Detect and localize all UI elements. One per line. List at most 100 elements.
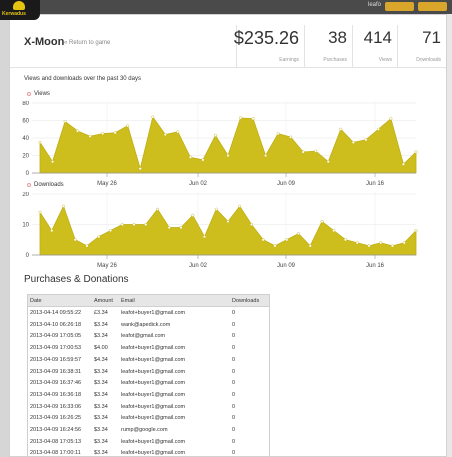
return-to-game-link[interactable]: « Return to game <box>64 40 110 46</box>
data-point[interactable] <box>38 210 42 214</box>
data-point[interactable] <box>264 154 268 158</box>
data-point[interactable] <box>188 155 192 159</box>
data-point[interactable] <box>301 150 305 154</box>
data-point[interactable] <box>391 244 395 248</box>
row-email[interactable]: leafot+buyer1@gmail.com <box>121 450 185 456</box>
data-point[interactable] <box>249 223 253 227</box>
x-tick-label: Jun 02 <box>189 263 208 269</box>
row-email[interactable]: leafot+buyer1@gmail.com <box>121 404 185 410</box>
data-point[interactable] <box>339 127 343 131</box>
data-point[interactable] <box>138 167 142 171</box>
username[interactable]: leafo <box>368 2 381 8</box>
row-amount: $3.34 <box>94 333 108 340</box>
data-point[interactable] <box>50 229 54 233</box>
data-point[interactable] <box>191 213 195 217</box>
data-point[interactable] <box>344 238 348 242</box>
row-downloads: 0 <box>232 368 236 375</box>
row-date: 2013-04-09 16:36:18 <box>30 391 82 398</box>
table-row: 2013-04-09 17:05:05 $3.34 leafot@gmail.com… <box>28 331 269 342</box>
data-point[interactable] <box>97 235 101 239</box>
earnings-label: Earnings <box>279 57 299 63</box>
logout-button[interactable] <box>418 2 447 11</box>
data-point[interactable] <box>376 127 380 131</box>
data-point[interactable] <box>389 117 393 121</box>
data-point[interactable] <box>179 226 183 230</box>
row-email[interactable]: leafot+buyer1@gmail.com <box>121 357 185 363</box>
data-point[interactable] <box>144 223 148 227</box>
data-point[interactable] <box>226 154 230 158</box>
data-point[interactable] <box>414 150 418 154</box>
row-email[interactable]: wank@apedick.com <box>121 322 170 328</box>
row-downloads: 0 <box>232 403 236 410</box>
data-point[interactable] <box>238 204 242 208</box>
data-point[interactable] <box>126 124 130 128</box>
row-email[interactable]: leafot+buyer1@gmail.com <box>121 345 185 351</box>
data-point[interactable] <box>332 229 336 233</box>
data-point[interactable] <box>326 160 330 164</box>
data-point[interactable] <box>285 238 289 242</box>
row-email[interactable]: leafot+buyer1@gmail.com <box>121 392 185 398</box>
main-panel: X-Moon « Return to game $235.26 Earnings… <box>9 14 447 457</box>
data-point[interactable] <box>76 129 80 133</box>
row-email[interactable]: rump@google.com <box>121 427 168 433</box>
site-logo[interactable]: Kerwadus <box>0 0 40 20</box>
data-point[interactable] <box>414 229 418 233</box>
data-point[interactable] <box>167 226 171 230</box>
data-point[interactable] <box>132 223 136 227</box>
data-point[interactable] <box>320 219 324 223</box>
row-email[interactable]: leafot+buyer1@gmail.com <box>121 380 185 386</box>
row-email[interactable]: leafot@gmail.com <box>121 333 165 339</box>
data-point[interactable] <box>51 160 55 164</box>
data-point[interactable] <box>201 158 205 162</box>
data-point[interactable] <box>401 162 405 166</box>
data-point[interactable] <box>85 244 89 248</box>
row-downloads: 0 <box>232 438 236 445</box>
row-date: 2013-04-09 16:33:06 <box>30 403 82 410</box>
data-point[interactable] <box>289 135 293 139</box>
data-point[interactable] <box>379 241 383 245</box>
row-email[interactable]: leafot+buyer1@gmail.com <box>121 369 185 375</box>
data-point[interactable] <box>276 132 280 136</box>
data-point[interactable] <box>308 244 312 248</box>
row-email[interactable]: leafot+buyer1@gmail.com <box>121 439 185 445</box>
data-point[interactable] <box>214 207 218 211</box>
data-point[interactable] <box>202 235 206 239</box>
column-header-downloads[interactable]: Downloads <box>232 298 259 304</box>
data-point[interactable] <box>314 149 318 153</box>
data-point[interactable] <box>73 238 77 242</box>
data-point[interactable] <box>226 219 230 223</box>
data-point[interactable] <box>364 138 368 142</box>
data-point[interactable] <box>297 232 301 236</box>
data-point[interactable] <box>38 140 42 144</box>
row-amount: $3.34 <box>94 450 108 457</box>
series-area <box>39 205 417 256</box>
data-point[interactable] <box>402 241 406 245</box>
data-point[interactable] <box>108 229 112 233</box>
purchases-heading: Purchases & Donations <box>24 274 129 285</box>
data-point[interactable] <box>63 119 67 123</box>
data-point[interactable] <box>367 244 371 248</box>
column-header-email[interactable]: Email <box>121 298 135 304</box>
data-point[interactable] <box>351 140 355 144</box>
data-point[interactable] <box>120 223 124 227</box>
data-point[interactable] <box>251 117 255 121</box>
data-point[interactable] <box>176 130 180 134</box>
data-point[interactable] <box>155 207 159 211</box>
data-point[interactable] <box>163 133 167 137</box>
game-header: X-Moon « Return to game $235.26 Earnings… <box>10 15 446 68</box>
data-point[interactable] <box>113 131 117 135</box>
data-point[interactable] <box>62 204 66 208</box>
dashboard-button[interactable] <box>385 2 414 11</box>
data-point[interactable] <box>213 133 217 137</box>
data-point[interactable] <box>88 134 92 138</box>
data-point[interactable] <box>355 241 359 245</box>
data-point[interactable] <box>151 115 155 119</box>
column-header-amount[interactable]: Amount <box>94 298 113 304</box>
column-header-date[interactable]: Date <box>30 298 42 304</box>
data-point[interactable] <box>273 244 277 248</box>
data-point[interactable] <box>239 116 243 120</box>
row-email[interactable]: leafot+buyer1@gmail.com <box>121 310 185 316</box>
row-email[interactable]: leafot+buyer1@gmail.com <box>121 415 185 421</box>
data-point[interactable] <box>261 238 265 242</box>
data-point[interactable] <box>101 132 105 136</box>
